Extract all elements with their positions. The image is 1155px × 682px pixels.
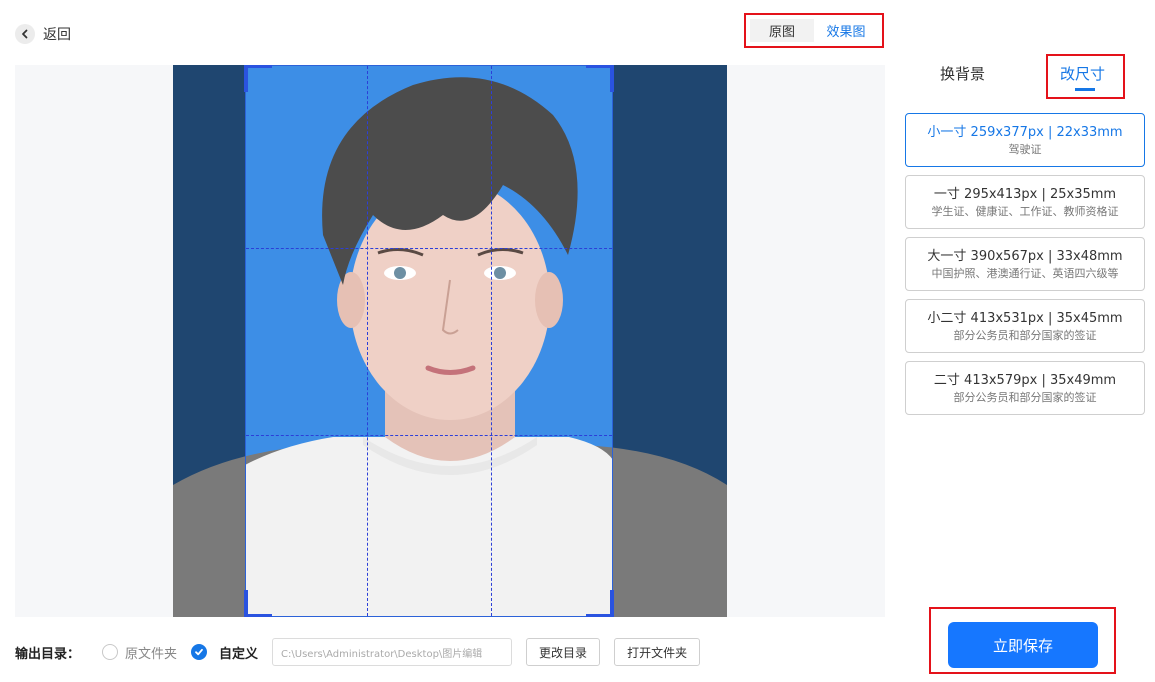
size-option-desc: 部分公务员和部分国家的签证	[953, 390, 1097, 404]
output-path-input[interactable]	[272, 638, 513, 666]
crop-handle-top-left[interactable]	[244, 65, 272, 92]
active-tab-indicator	[1075, 88, 1095, 91]
radio-original-folder[interactable]	[102, 644, 119, 660]
size-option-desc: 中国护照、港澳通行证、英语四六级等	[931, 266, 1119, 280]
radio-custom-label[interactable]: 自定义	[219, 643, 258, 662]
crop-frame[interactable]	[244, 65, 614, 617]
size-option-title: 二寸 413x579px | 35x49mm	[933, 372, 1117, 388]
output-directory-label: 输出目录：	[15, 646, 81, 662]
crop-handle-bottom-right[interactable]	[586, 590, 614, 617]
preview-canvas	[15, 65, 885, 617]
tab-resize[interactable]: 改尺寸	[1060, 63, 1105, 84]
grid-line	[246, 435, 612, 436]
size-option-desc: 驾驶证	[1008, 142, 1042, 156]
open-folder-button[interactable]: 打开文件夹	[614, 638, 701, 666]
size-option[interactable]: 小二寸 413x531px | 35x45mm 部分公务员和部分国家的签证	[905, 299, 1145, 353]
size-option-title: 小一寸 259x377px | 22x33mm	[927, 124, 1123, 140]
size-list: 小一寸 259x377px | 22x33mm 驾驶证 一寸 295x413px…	[905, 113, 1145, 423]
tab-change-background[interactable]: 换背景	[940, 63, 985, 84]
change-directory-button[interactable]: 更改目录	[526, 638, 601, 666]
radio-custom-checked-icon[interactable]	[191, 644, 208, 660]
size-option-title: 一寸 295x413px | 25x35mm	[933, 186, 1117, 202]
size-option-title: 大一寸 390x567px | 33x48mm	[927, 248, 1123, 264]
crop-handle-top-right[interactable]	[586, 65, 614, 92]
back-button[interactable]: 返回	[15, 24, 71, 44]
size-option[interactable]: 一寸 295x413px | 25x35mm 学生证、健康证、工作证、教师资格证	[905, 175, 1145, 229]
size-option-desc: 学生证、健康证、工作证、教师资格证	[931, 204, 1119, 218]
size-option-title: 小二寸 413x531px | 35x45mm	[927, 310, 1123, 326]
grid-line	[367, 66, 368, 616]
chevron-left-icon	[15, 24, 35, 44]
grid-line	[491, 66, 492, 616]
tab-original[interactable]: 原图	[750, 19, 814, 42]
back-label: 返回	[43, 27, 71, 43]
view-toggle: 原图 效果图	[744, 13, 884, 48]
size-option[interactable]: 二寸 413x579px | 35x49mm 部分公务员和部分国家的签证	[905, 361, 1145, 415]
portrait-photo	[173, 65, 727, 617]
radio-original-folder-label[interactable]: 原文件夹	[125, 643, 177, 662]
size-option[interactable]: 大一寸 390x567px | 33x48mm 中国护照、港澳通行证、英语四六级…	[905, 237, 1145, 291]
photo-editor-window: 返回 原图 效果图 输出目录： 原文件夹 自定义 C:\Users\Admini…	[0, 0, 1155, 682]
grid-line	[246, 248, 612, 249]
size-option[interactable]: 小一寸 259x377px | 22x33mm 驾驶证	[905, 113, 1145, 167]
size-option-desc: 部分公务员和部分国家的签证	[953, 328, 1097, 342]
crop-handle-bottom-left[interactable]	[244, 590, 272, 617]
save-now-button[interactable]: 立即保存	[948, 622, 1098, 668]
tab-effect[interactable]: 效果图	[814, 19, 878, 42]
output-directory-row: 输出目录： 原文件夹 自定义 更改目录 打开文件夹	[15, 638, 701, 666]
